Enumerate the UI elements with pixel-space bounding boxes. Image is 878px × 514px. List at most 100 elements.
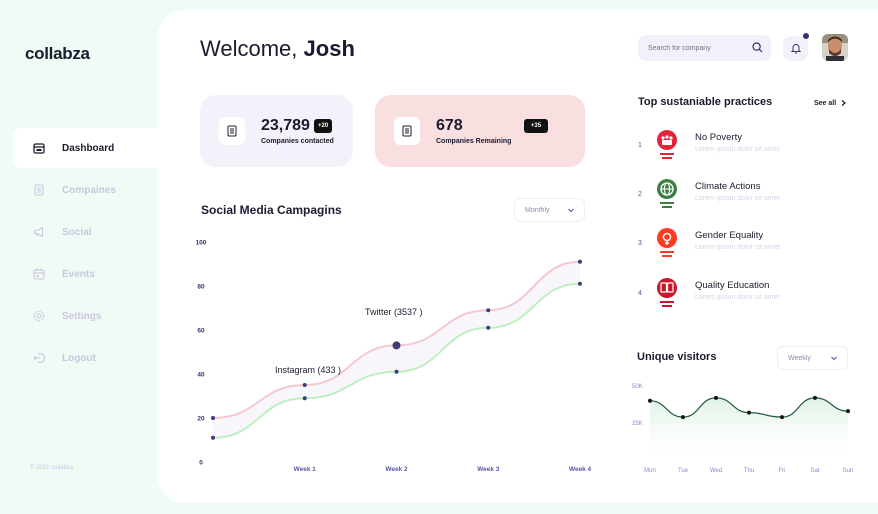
no-poverty-icon [657,130,677,159]
user-name: Josh [303,36,355,61]
document-icon [33,184,45,196]
bell-icon [790,44,801,54]
sidebar-item-label: Compaines [62,184,116,196]
gear-icon [33,310,45,322]
quality-education-icon [657,278,677,307]
y-tick-label: 100 [196,240,207,247]
event-calendar-icon [33,268,45,280]
practice-subtitle: Lorem ipsum dolor sit amet [695,146,780,153]
y-tick-label: 60 [197,328,205,335]
instagram-point [211,435,215,440]
social-chart-title: Social Media Campagins [201,203,342,217]
stat-value: 23,789 [261,117,310,134]
document-icon [219,117,245,145]
stat-label: Companies contacted [261,138,334,145]
practice-index: 4 [638,290,642,297]
practice-item-climate-actions[interactable]: 2 Climate Actions Lorem ipsum dolor sit … [638,178,868,214]
practice-index: 2 [638,191,642,198]
stat-value: 678 [436,117,463,134]
y-tick-label: 50K [632,384,643,390]
see-all-button[interactable]: See all [806,93,852,113]
sidebar-item-label: Settings [62,310,102,322]
practice-subtitle: Lorem ipsum dolor sit amet [695,195,780,202]
stat-card-companies-remaining[interactable]: 678 +35 Companies Remaining [375,95,585,167]
stat-badge: +20 [314,119,333,133]
y-tick-label: 40 [197,372,205,379]
visitors-area [650,397,848,460]
sidebar-item-events[interactable]: Events [13,254,163,294]
climate-action-icon [657,179,677,208]
x-tick-label: Thu [744,468,754,474]
x-tick-label: Week 4 [569,466,592,473]
visitors-point [681,415,685,420]
period-select-visitors[interactable]: Weekly [777,346,848,370]
series-line-twitter [212,260,581,419]
visitors-point [813,395,817,400]
period-select-social[interactable]: Monthly [514,198,585,222]
x-tick-label: Tue [678,468,689,474]
chevron-right-icon [841,100,846,106]
social-media-chart: 0 20 40 60 80 100 Week 1 Week 2 Week 3 Week 4 [196,240,592,474]
calendar-icon [33,142,45,154]
stat-label: Companies Remaining [436,138,512,145]
instagram-point [302,396,307,401]
twitter-point [211,416,215,420]
visitors-title: Unique visitors [637,351,717,363]
twitter-annotation: Twitter (3537 ) [365,307,423,317]
practice-title: No Poverty [695,132,742,143]
practice-item-no-poverty[interactable]: 1 No Poverty Lorem ipsum dolor sit amet [638,129,868,165]
sidebar-item-dashboard[interactable]: Dashboard [13,128,163,168]
sidebar-item-label: Logout [62,352,96,364]
practice-title: Quality Education [695,280,770,291]
search-icon[interactable] [752,42,763,53]
practice-subtitle: Lorem ipsum dolor sit amet [695,294,780,301]
sidebar-item-label: Events [62,268,95,280]
y-tick-label: 25K [632,421,643,427]
chevron-down-icon [831,356,837,361]
page-title: Welcome, Josh [200,36,355,61]
sidebar-item-label: Dashboard [62,142,115,154]
x-tick-label: Sat [810,468,819,474]
app-logo[interactable]: collabza [25,44,90,64]
sidebar-item-label: Social [62,226,92,238]
x-tick-label: Wed [710,468,722,474]
visitors-point [648,398,652,403]
visitors-point [780,415,784,420]
sidebar-item-logout[interactable]: Logout [13,338,163,378]
stat-badge: +35 [524,119,548,133]
notification-dot [803,33,809,39]
practice-item-gender-equality[interactable]: 3 Gender Equality Lorem ipsum dolor sit … [638,227,868,263]
sidebar-item-settings[interactable]: Settings [13,296,163,336]
avatar[interactable] [822,34,848,61]
practice-title: Gender Equality [695,230,764,241]
practice-title: Climate Actions [695,181,761,192]
practices-title: Top sustaniable practices [638,96,773,108]
chevron-down-icon [568,208,574,213]
twitter-point [392,341,401,350]
gender-equality-icon [657,228,677,257]
sidebar-item-social[interactable]: Social [13,212,163,252]
visitors-point [747,410,751,415]
x-tick-label: Week 2 [385,466,408,473]
practice-item-quality-education[interactable]: 4 Quality Education Lorem ipsum dolor si… [638,277,868,313]
instagram-point [578,281,582,286]
practice-subtitle: Lorem ipsum dolor sit amet [695,244,780,251]
practice-index: 1 [638,142,642,149]
copyright: © 2021 collabza [30,465,74,471]
twitter-point [302,383,307,387]
megaphone-icon [33,226,45,238]
instagram-point [486,325,491,330]
x-tick-label: Week 3 [477,466,500,473]
practice-index: 3 [638,240,642,247]
notifications-button[interactable] [783,36,808,61]
visitors-point [714,395,718,400]
twitter-point [486,308,491,313]
document-icon [394,117,420,145]
x-tick-label: Fri [779,468,786,474]
x-tick-label: Week 1 [294,466,317,473]
instagram-point [394,369,399,374]
y-tick-label: 0 [199,460,203,467]
stat-card-companies-contacted[interactable]: 23,789 +20 Companies contacted [200,95,353,167]
sidebar-item-compaines[interactable]: Compaines [13,170,163,210]
y-tick-label: 80 [197,284,205,291]
